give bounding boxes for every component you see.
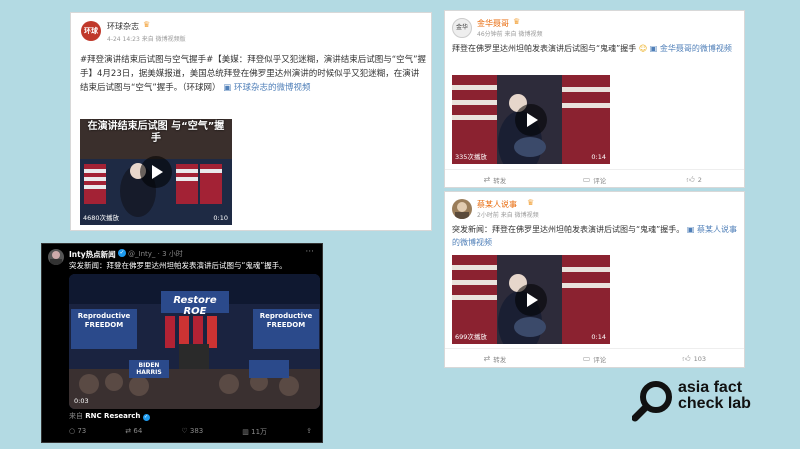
video-link[interactable]: 环球杂志的微博视频 bbox=[234, 83, 311, 93]
video-player[interactable]: 699次播放 0:14 bbox=[452, 255, 610, 344]
view-count: 335次播放 bbox=[455, 153, 487, 161]
avatar-logo-text: 金华 bbox=[455, 24, 468, 31]
repost-icon: ⇄ bbox=[483, 354, 491, 363]
comment-button[interactable]: ▭ 评论 bbox=[545, 170, 645, 189]
magnifier-logo-icon bbox=[632, 381, 672, 422]
like-count: 2 bbox=[697, 175, 702, 184]
thumbs-up-icon: 👍︎ bbox=[682, 353, 691, 363]
brand-line2: check lab bbox=[678, 395, 751, 412]
retweet-icon: ⇄ bbox=[125, 427, 132, 435]
tweet-card: Inty热点新闻 ✓ @_Inty_ · 3 小时 ··· 突发新闻：拜登在佛罗… bbox=[41, 243, 323, 443]
video-player[interactable]: Restore ROE Reproductive FREEDOM Reprodu… bbox=[69, 274, 320, 409]
post-body: 突发新闻：拜登在佛罗里达州坦帕发表演讲后试图与“鬼魂”握手。 ▣ 蔡某人说事的微… bbox=[452, 223, 742, 249]
weibo-post-huanqiu: 环球 环球杂志 ♛ 4-24 14:23 来自 微博视频版 #拜登演讲结束后试图… bbox=[70, 12, 432, 231]
post-body: 拜登在佛罗里达州坦帕发表演讲后试图与“鬼魂”握手 ☺ ▣ 金华聂哥的微博视频 bbox=[452, 42, 742, 55]
post-meta: 46分钟前 来自 微博视频 bbox=[477, 31, 543, 38]
weibo-post-jinhua: 金华 金华聂哥 ♛ 46分钟前 来自 微博视频 拜登在佛罗里达州坦帕发表演讲后试… bbox=[444, 10, 745, 188]
smile-icon: ☺ bbox=[638, 44, 648, 53]
source-account[interactable]: RNC Research bbox=[85, 412, 140, 420]
avatar[interactable]: 环球 bbox=[81, 21, 101, 41]
tweet-actions: ○ 73 ⇄ 64 ♡ 383 ▥ 11万 ⇪ bbox=[69, 427, 312, 437]
verified-icon: ✓ bbox=[118, 249, 126, 257]
post-body-text: 拜登在佛罗里达州坦帕发表演讲后试图与“鬼魂”握手 bbox=[452, 44, 637, 53]
share-button[interactable]: ⇪ bbox=[306, 427, 312, 437]
retweet-button[interactable]: ⇄ 64 bbox=[125, 427, 142, 437]
repost-icon: ⇄ bbox=[483, 175, 491, 184]
post-body-text: 突发新闻：拜登在佛罗里达州坦帕发表演讲后试图与“鬼魂”握手。 bbox=[452, 225, 685, 234]
repost-label: 转发 bbox=[493, 355, 507, 364]
crown-icon: ♛ bbox=[527, 198, 535, 207]
more-icon[interactable]: ··· bbox=[305, 247, 314, 257]
like-button[interactable]: ♡ 383 bbox=[181, 427, 203, 437]
post-meta: 4-24 14:23 来自 微博视频版 bbox=[107, 36, 186, 43]
source-prefix: 来自 bbox=[69, 412, 83, 420]
views-button[interactable]: ▥ 11万 bbox=[242, 427, 267, 437]
heart-icon: ♡ bbox=[181, 427, 188, 435]
account-name[interactable]: Inty热点新闻 bbox=[69, 249, 116, 260]
sign-reproductive-freedom-left: Reproductive FREEDOM bbox=[77, 312, 131, 329]
verified-icon: ✓ bbox=[142, 414, 150, 421]
repost-label: 转发 bbox=[493, 176, 507, 185]
view-count: 699次播放 bbox=[455, 333, 487, 341]
avatar[interactable]: 金华 bbox=[452, 18, 472, 38]
video-player[interactable]: 在演讲结束后试图 与“空气”握手 4680次播放 0:10 bbox=[80, 119, 232, 225]
repost-button[interactable]: ⇄ 转发 bbox=[445, 349, 545, 368]
reply-button[interactable]: ○ 73 bbox=[69, 427, 86, 437]
view-count: 11万 bbox=[251, 428, 268, 436]
retweet-count: 64 bbox=[133, 427, 143, 435]
video-caption-overlay: 在演讲结束后试图 与“空气”握手 bbox=[87, 121, 225, 144]
video-player[interactable]: 335次播放 0:14 bbox=[452, 75, 610, 164]
play-icon[interactable] bbox=[140, 156, 172, 188]
avatar-photo bbox=[50, 251, 62, 265]
video-duration: 0:10 bbox=[213, 214, 228, 222]
view-count: 4680次播放 bbox=[83, 214, 120, 222]
video-duration: 0:03 bbox=[74, 397, 89, 405]
comment-icon: ▭ bbox=[582, 354, 591, 363]
account-name[interactable]: 环球杂志 bbox=[107, 21, 139, 32]
video-link-icon[interactable]: ▣ bbox=[223, 83, 231, 93]
like-count: 103 bbox=[693, 354, 707, 363]
comment-button[interactable]: ▭ 评论 bbox=[545, 349, 645, 368]
comment-label: 评论 bbox=[593, 355, 607, 364]
comment-icon: ▭ bbox=[582, 175, 591, 184]
video-link-icon[interactable]: ▣ bbox=[687, 225, 695, 234]
avatar[interactable] bbox=[48, 249, 64, 265]
brand-logo-text: asia fact check lab bbox=[678, 380, 751, 412]
avatar-photo bbox=[455, 202, 469, 219]
chart-icon: ▥ bbox=[242, 428, 249, 436]
post-body: #拜登演讲结束后试图与空气握手#【美媒：拜登似乎又犯迷糊，演讲结束后试图与“空气… bbox=[80, 53, 427, 95]
post-meta: 2小时前 来自 微博视频 bbox=[477, 212, 539, 219]
comment-label: 评论 bbox=[593, 176, 607, 185]
video-link[interactable]: 金华聂哥的微博视频 bbox=[660, 44, 732, 53]
account-handle: @_Inty_ · 3 小时 bbox=[128, 250, 183, 258]
like-button[interactable]: 👍︎ 2 bbox=[644, 170, 744, 189]
thumbs-up-icon: 👍︎ bbox=[686, 174, 695, 184]
video-duration: 0:14 bbox=[591, 333, 606, 341]
post-actions: ⇄ 转发 ▭ 评论 👍︎ 103 bbox=[445, 348, 744, 368]
reply-count: 73 bbox=[77, 427, 87, 435]
video-duration: 0:14 bbox=[591, 153, 606, 161]
source-attribution: 来自 RNC Research ✓ bbox=[69, 411, 150, 421]
play-icon[interactable] bbox=[515, 103, 547, 136]
crown-icon: ♛ bbox=[513, 17, 521, 26]
sign-biden-harris: BIDEN HARRIS bbox=[136, 362, 162, 376]
repost-button[interactable]: ⇄ 转发 bbox=[445, 170, 545, 189]
avatar-logo-text: 环球 bbox=[84, 27, 98, 35]
like-count: 383 bbox=[189, 427, 204, 435]
video-link-icon[interactable]: ▣ bbox=[650, 44, 658, 53]
brand-line1: asia fact bbox=[678, 379, 743, 396]
sign-restore-roe: Restore ROE bbox=[173, 295, 217, 317]
account-name[interactable]: 蔡某人说事 bbox=[477, 199, 517, 210]
post-actions: ⇄ 转发 ▭ 评论 👍︎ 2 bbox=[445, 169, 744, 189]
account-name[interactable]: 金华聂哥 bbox=[477, 18, 509, 29]
sign-reproductive-freedom-right: Reproductive FREEDOM bbox=[259, 312, 313, 329]
weibo-post-cai: 蔡某人说事 ♛ 2小时前 来自 微博视频 突发新闻：拜登在佛罗里达州坦帕发表演讲… bbox=[444, 191, 745, 368]
share-icon: ⇪ bbox=[306, 427, 312, 435]
play-icon[interactable] bbox=[515, 283, 547, 316]
like-button[interactable]: 👍︎ 103 bbox=[644, 349, 744, 368]
crown-icon: ♛ bbox=[143, 20, 151, 29]
tweet-text: 突发新闻：拜登在佛罗里达州坦帕发表演讲后试图与“鬼魂”握手。 bbox=[69, 261, 287, 270]
reply-icon: ○ bbox=[69, 427, 76, 435]
avatar[interactable] bbox=[452, 199, 472, 219]
